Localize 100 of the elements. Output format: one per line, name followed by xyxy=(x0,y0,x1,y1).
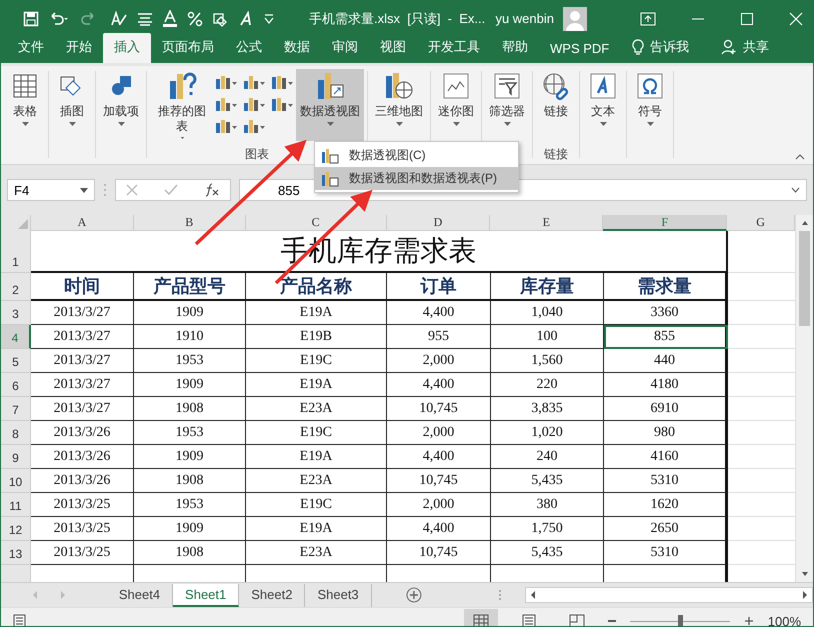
horizontal-scrollbar[interactable] xyxy=(525,587,813,603)
table-cell[interactable]: 1953 xyxy=(134,421,246,445)
ribbon-button[interactable]: 筛选器 xyxy=(485,69,529,141)
chart-type-icon[interactable] xyxy=(214,73,238,91)
chart-type-icon[interactable] xyxy=(214,95,238,113)
italic-a-icon[interactable] xyxy=(239,10,253,26)
ribbon-tab[interactable]: 开始 xyxy=(55,33,103,63)
zoom-in-icon[interactable] xyxy=(744,616,754,626)
tell-me-link[interactable]: 告诉我 xyxy=(650,38,690,56)
table-cell[interactable]: 1908 xyxy=(134,541,246,565)
chart-type-icon[interactable] xyxy=(242,117,266,135)
table-cell[interactable]: 1910 xyxy=(134,325,246,349)
avatar-icon[interactable] xyxy=(563,6,587,30)
maximize-icon[interactable] xyxy=(740,12,754,26)
table-cell[interactable]: 2013/3/26 xyxy=(31,445,134,469)
table-cell[interactable]: E23A xyxy=(246,397,387,421)
table-cell[interactable]: 6910 xyxy=(604,397,728,421)
ribbon-button[interactable]: 表格 xyxy=(5,69,45,141)
table-cell[interactable]: 3,835 xyxy=(491,397,604,421)
table-cell[interactable]: 10,745 xyxy=(387,541,491,565)
ribbon-tab[interactable]: 开发工具 xyxy=(417,33,491,63)
table-cell[interactable]: E19C xyxy=(246,493,387,517)
chart-type-icon[interactable] xyxy=(270,73,294,91)
scroll-right-icon[interactable] xyxy=(800,590,809,600)
table-cell[interactable]: 4,400 xyxy=(387,373,491,397)
table-cell[interactable]: 2013/3/25 xyxy=(31,541,134,565)
table-cell[interactable]: 10,745 xyxy=(387,469,491,493)
table-cell[interactable]: 2650 xyxy=(604,517,728,541)
row-header[interactable]: 4 xyxy=(1,325,31,349)
row-header[interactable]: 6 xyxy=(1,373,31,397)
table-cell[interactable]: E19A xyxy=(246,445,387,469)
ribbon-tab[interactable]: WPS PDF xyxy=(539,36,620,63)
column-header[interactable]: B xyxy=(134,215,246,231)
table-cell[interactable]: E23A xyxy=(246,469,387,493)
table-cell[interactable]: 2,000 xyxy=(387,493,491,517)
table-cell[interactable]: 440 xyxy=(604,349,728,373)
zoom-slider-thumb[interactable] xyxy=(678,615,683,626)
table-cell[interactable]: 1,040 xyxy=(491,301,604,325)
table-cell[interactable]: E23A xyxy=(246,541,387,565)
checkmark-icon[interactable] xyxy=(164,184,178,196)
percent-icon[interactable] xyxy=(187,10,203,26)
spelling-icon[interactable] xyxy=(110,10,128,28)
ribbon-button[interactable]: 符号 xyxy=(630,69,670,141)
ribbon-tab[interactable]: 页面布局 xyxy=(151,33,225,63)
table-cell[interactable]: 3360 xyxy=(604,301,728,325)
ribbon-tab[interactable]: 文件 xyxy=(7,33,55,63)
ribbon-tab[interactable]: 帮助 xyxy=(491,33,539,63)
row-header[interactable]: 8 xyxy=(1,421,31,445)
function-icon[interactable] xyxy=(204,183,220,197)
row-header[interactable]: 1 xyxy=(1,231,31,273)
table-cell[interactable]: E19C xyxy=(246,349,387,373)
table-cell[interactable]: 220 xyxy=(491,373,604,397)
table-cell[interactable]: 1953 xyxy=(134,493,246,517)
ribbon-display-icon[interactable] xyxy=(640,12,656,26)
table-cell[interactable]: 2013/3/26 xyxy=(31,469,134,493)
chart-type-icon[interactable] xyxy=(242,73,266,91)
table-cell[interactable]: 10,745 xyxy=(387,397,491,421)
share-button[interactable]: 共享 xyxy=(743,38,770,56)
column-header[interactable]: F xyxy=(603,215,728,231)
ribbon-tab[interactable]: 数据 xyxy=(273,33,321,63)
scrollbar-thumb[interactable] xyxy=(799,231,810,326)
menu-item[interactable]: 数据透视图(C) xyxy=(315,144,518,167)
ribbon-button[interactable]: 迷你图 xyxy=(434,69,478,141)
font-color-icon[interactable] xyxy=(162,10,178,28)
ribbon-button[interactable]: 链接 xyxy=(536,69,576,141)
table-cell[interactable]: 1,020 xyxy=(491,421,604,445)
add-sheet-icon[interactable] xyxy=(406,587,422,603)
column-header[interactable]: A xyxy=(30,215,134,231)
table-cell[interactable]: 1909 xyxy=(134,445,246,469)
table-cell[interactable]: 380 xyxy=(491,493,604,517)
chart-type-icon[interactable] xyxy=(214,117,238,135)
expand-icon[interactable] xyxy=(791,187,800,193)
ribbon-button[interactable]: 推荐的图表 xyxy=(150,69,214,141)
table-cell[interactable]: 100 xyxy=(491,325,604,349)
table-cell[interactable]: 1909 xyxy=(134,373,246,397)
menu-item[interactable]: 数据透视图和数据透视表(P) xyxy=(315,167,518,190)
table-cell[interactable]: 4,400 xyxy=(387,517,491,541)
table-cell[interactable]: E19C xyxy=(246,421,387,445)
table-cell[interactable]: 2013/3/27 xyxy=(31,349,134,373)
table-cell[interactable]: 2,000 xyxy=(387,421,491,445)
save-icon[interactable] xyxy=(23,10,39,26)
table-cell[interactable]: 2013/3/27 xyxy=(31,373,134,397)
align-icon[interactable] xyxy=(137,12,153,26)
collapse-ribbon-icon[interactable] xyxy=(795,154,805,160)
row-header[interactable]: 10 xyxy=(1,469,31,493)
ribbon-button[interactable]: 三维地图 xyxy=(371,69,427,141)
column-header[interactable]: C xyxy=(246,215,387,231)
name-box[interactable]: F4 xyxy=(7,179,95,201)
row-header[interactable]: 12 xyxy=(1,517,31,541)
table-cell[interactable]: 2013/3/27 xyxy=(31,397,134,421)
ribbon-button[interactable]: 插图 xyxy=(52,69,92,141)
ribbon-tab[interactable]: 插入 xyxy=(103,33,151,63)
table-cell[interactable]: 2013/3/25 xyxy=(31,493,134,517)
table-cell[interactable]: 2013/3/27 xyxy=(31,301,134,325)
row-header[interactable]: 9 xyxy=(1,445,31,469)
table-cell[interactable]: 980 xyxy=(604,421,728,445)
table-cell[interactable]: 1908 xyxy=(134,397,246,421)
table-cell[interactable]: 1909 xyxy=(134,301,246,325)
table-cell[interactable]: E19A xyxy=(246,517,387,541)
chart-type-icon[interactable] xyxy=(242,95,266,113)
